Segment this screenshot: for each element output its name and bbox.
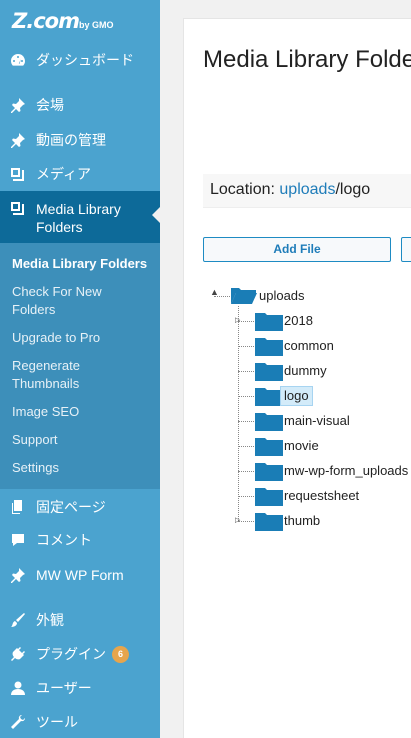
logo-sub: by GMO (78, 20, 114, 30)
sidebar-item-label: 固定ページ (36, 499, 106, 515)
sidebar-item-label: 動画の管理 (36, 132, 106, 148)
sidebar-item-label: MW WP Form (36, 567, 124, 583)
sidebar-item-label: メディア (36, 166, 92, 182)
sidebar-item-label: コメント (36, 532, 92, 548)
sidebar-item-label: ダッシュボード (36, 52, 134, 68)
logo[interactable]: Z.comby GMO (0, 0, 160, 34)
users-icon (10, 680, 26, 696)
submenu-item-regenerate-thumbnails[interactable]: Regenerate Thumbnails (12, 357, 102, 393)
tools-icon (10, 714, 26, 730)
sidebar-item-label: 外観 (36, 612, 64, 628)
media-icon (10, 200, 26, 216)
folder-icon (255, 411, 283, 431)
location-current: logo (339, 181, 371, 198)
tree-node-uploads[interactable]: uploads (259, 287, 305, 305)
submenu-item-settings[interactable]: Settings (12, 459, 157, 477)
sidebar-item-label: Media Library Folders (36, 201, 121, 235)
tree-node-requestsheet[interactable]: requestsheet (284, 487, 359, 505)
appearance-icon (10, 612, 26, 628)
pin-icon (10, 97, 26, 113)
tree-node-logo[interactable]: logo (280, 386, 313, 406)
sidebar-item-label: ユーザー (36, 680, 92, 696)
sidebar-item-label: プラグイン (36, 646, 106, 662)
tree-node-thumb[interactable]: thumb (284, 512, 320, 530)
sidebar-item-appearance[interactable]: 外観 (0, 603, 160, 637)
sidebar-item-pages[interactable]: 固定ページ (0, 490, 160, 524)
folder-icon (255, 336, 283, 356)
sidebar-item-dashboard[interactable]: ダッシュボード (0, 43, 160, 77)
tree-node-movie[interactable]: movie (284, 437, 319, 455)
submenu-item-support[interactable]: Support (12, 431, 157, 449)
sidebar-item-label: ツール (36, 714, 78, 730)
folder-icon (255, 436, 283, 456)
dashboard-icon (10, 52, 26, 68)
location-root-link[interactable]: uploads (279, 181, 335, 198)
sidebar-item-mw-wp-form[interactable]: MW WP Form (0, 558, 160, 592)
tree-node-main-visual[interactable]: main-visual (284, 412, 350, 430)
sidebar-item-video-management[interactable]: 動画の管理 (0, 123, 160, 157)
sidebar-item-users[interactable]: ユーザー (0, 671, 160, 705)
tree-node-dummy[interactable]: dummy (284, 362, 327, 380)
folder-icon (255, 486, 283, 506)
comments-icon (10, 532, 26, 548)
sidebar-item-label: 会場 (36, 97, 64, 113)
folder-icon (255, 386, 283, 406)
location-breadcrumb: Location: uploads/logo (203, 174, 411, 208)
folder-icon (255, 311, 283, 331)
tree-expand-icon[interactable]: ▷ (235, 316, 240, 324)
pin-icon (10, 567, 26, 583)
logo-text: Z.com (12, 9, 80, 33)
add-file-button[interactable]: Add File (203, 237, 391, 262)
active-menu-arrow (152, 207, 160, 223)
submenu: Media Library Folders Check For New Fold… (0, 243, 160, 489)
admin-sidebar: Z.comby GMO ダッシュボード 会場 動画の管理 メディア Media … (0, 0, 160, 738)
submenu-item-image-seo[interactable]: Image SEO (12, 403, 157, 421)
pin-icon (10, 132, 26, 148)
location-label: Location: (210, 181, 275, 198)
submenu-item-check-for-new-folders[interactable]: Check For New Folders (12, 283, 112, 319)
page-title: Media Library Folders (203, 46, 411, 73)
sidebar-item-media[interactable]: メディア (0, 157, 160, 191)
sidebar-item-comments[interactable]: コメント (0, 523, 160, 557)
toolbar-button-partial[interactable] (401, 237, 411, 262)
tree-expand-icon[interactable]: ▷ (235, 516, 240, 524)
pages-icon (10, 499, 26, 515)
sidebar-item-media-library-folders[interactable]: Media Library Folders (0, 191, 160, 243)
submenu-item-upgrade-to-pro[interactable]: Upgrade to Pro (12, 329, 157, 347)
tree-node-mw-wp-form-uploads[interactable]: mw-wp-form_uploads (284, 462, 408, 480)
folder-icon (255, 361, 283, 381)
folder-icon (255, 461, 283, 481)
submenu-item-media-library-folders[interactable]: Media Library Folders (12, 255, 157, 273)
plugins-icon (10, 646, 26, 662)
tree-node-common[interactable]: common (284, 337, 334, 355)
sidebar-item-plugins[interactable]: プラグイン 6 (0, 637, 160, 671)
tree-node-2018[interactable]: 2018 (284, 312, 313, 330)
folder-open-icon[interactable] (230, 285, 258, 305)
sidebar-item-venue[interactable]: 会場 (0, 88, 160, 122)
folder-icon (255, 511, 283, 531)
update-count-badge: 6 (112, 645, 129, 663)
sidebar-item-tools[interactable]: ツール (0, 705, 160, 738)
media-icon (10, 166, 26, 182)
